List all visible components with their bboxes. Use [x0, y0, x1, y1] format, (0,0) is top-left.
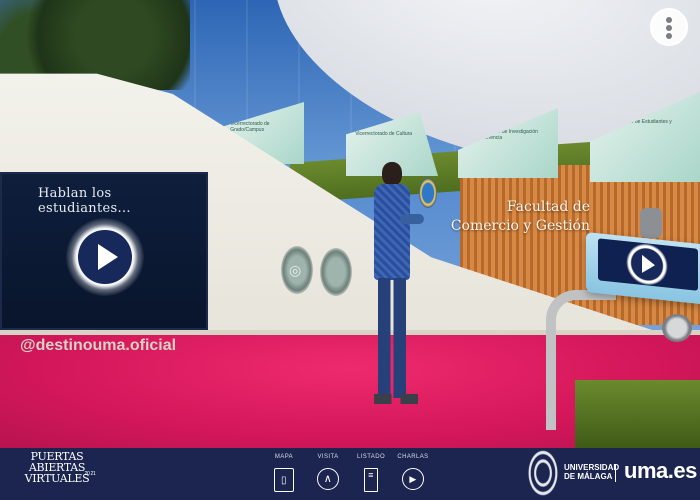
play-button[interactable]: [66, 218, 144, 296]
university-name[interactable]: UNIVERSIDAD DE MÁLAGA: [564, 463, 619, 481]
avatar-head: [382, 162, 402, 186]
panel-text: Vicerrectorado de Cultura: [355, 131, 413, 138]
video-kiosk[interactable]: [586, 232, 700, 304]
faculty-sign: Facultad de Comercio y Gestión: [440, 198, 590, 236]
university-name-line: UNIVERSIDAD: [564, 463, 620, 472]
kiosk-device: [640, 208, 662, 238]
event-year: 20 21: [84, 471, 96, 477]
kiosk-wheel: [662, 314, 692, 342]
vertical-dots-icon: [666, 33, 672, 39]
avatar-arm: [400, 214, 424, 224]
kiosk-stand: [546, 290, 616, 430]
avatar-body: [374, 184, 410, 280]
chevron-up-icon: ∧: [317, 468, 339, 490]
divider: [615, 464, 616, 482]
uma-logo[interactable]: uma.es: [624, 458, 697, 484]
virtual-campus-scene[interactable]: Vicerrectorado de Grado/Campus Vicerrect…: [0, 0, 700, 448]
round-emblem[interactable]: [320, 248, 352, 296]
menu-button[interactable]: [650, 8, 688, 46]
list-icon: ≡: [364, 468, 378, 492]
nav-listado[interactable]: LISTADO ≡: [348, 454, 394, 492]
video-icon: ▶: [402, 468, 424, 490]
bottom-navigation-bar: PUERTAS ABIERTAS VIRTUALES 20 21 MAPA ▯ …: [0, 448, 700, 500]
student-avatar: [372, 162, 424, 412]
university-seal-icon[interactable]: [528, 450, 558, 496]
nav-label: LISTADO: [356, 454, 386, 460]
faculty-sign-line: Facultad de: [506, 199, 590, 215]
map-icon: ▯: [274, 468, 294, 492]
kiosk-play-icon[interactable]: [626, 241, 668, 288]
nav-charlas[interactable]: CHARLAS ▶: [390, 454, 436, 490]
globe-icon: ◎: [289, 262, 302, 278]
vertical-dots-icon: [666, 25, 672, 31]
panel-text: Vicerrectorado de Grado/Campus: [230, 120, 270, 133]
globe-emblem[interactable]: ◎: [281, 246, 313, 294]
avatar-legs: [378, 278, 406, 398]
faculty-sign-line: Comercio y Gestión: [450, 218, 590, 234]
play-icon: [78, 230, 132, 284]
event-logo: PUERTAS ABIERTAS VIRTUALES 20 21: [22, 451, 96, 484]
nav-label: CHARLAS: [397, 454, 429, 460]
social-handle: @destinouma.oficial: [20, 337, 177, 354]
video-screen[interactable]: Hablan los estudiantes...: [0, 172, 208, 330]
kiosk-screen: [598, 238, 698, 291]
avatar-shoes: [374, 394, 418, 404]
nav-visita[interactable]: VISITA ∧: [305, 454, 351, 490]
video-screen-title: Hablan los estudiantes...: [38, 186, 131, 216]
nav-mapa[interactable]: MAPA ▯: [261, 454, 307, 492]
nav-label: VISITA: [317, 454, 339, 460]
nav-label: MAPA: [274, 454, 294, 460]
vertical-dots-icon: [666, 17, 672, 23]
university-name-line: DE MÁLAGA: [564, 472, 613, 481]
